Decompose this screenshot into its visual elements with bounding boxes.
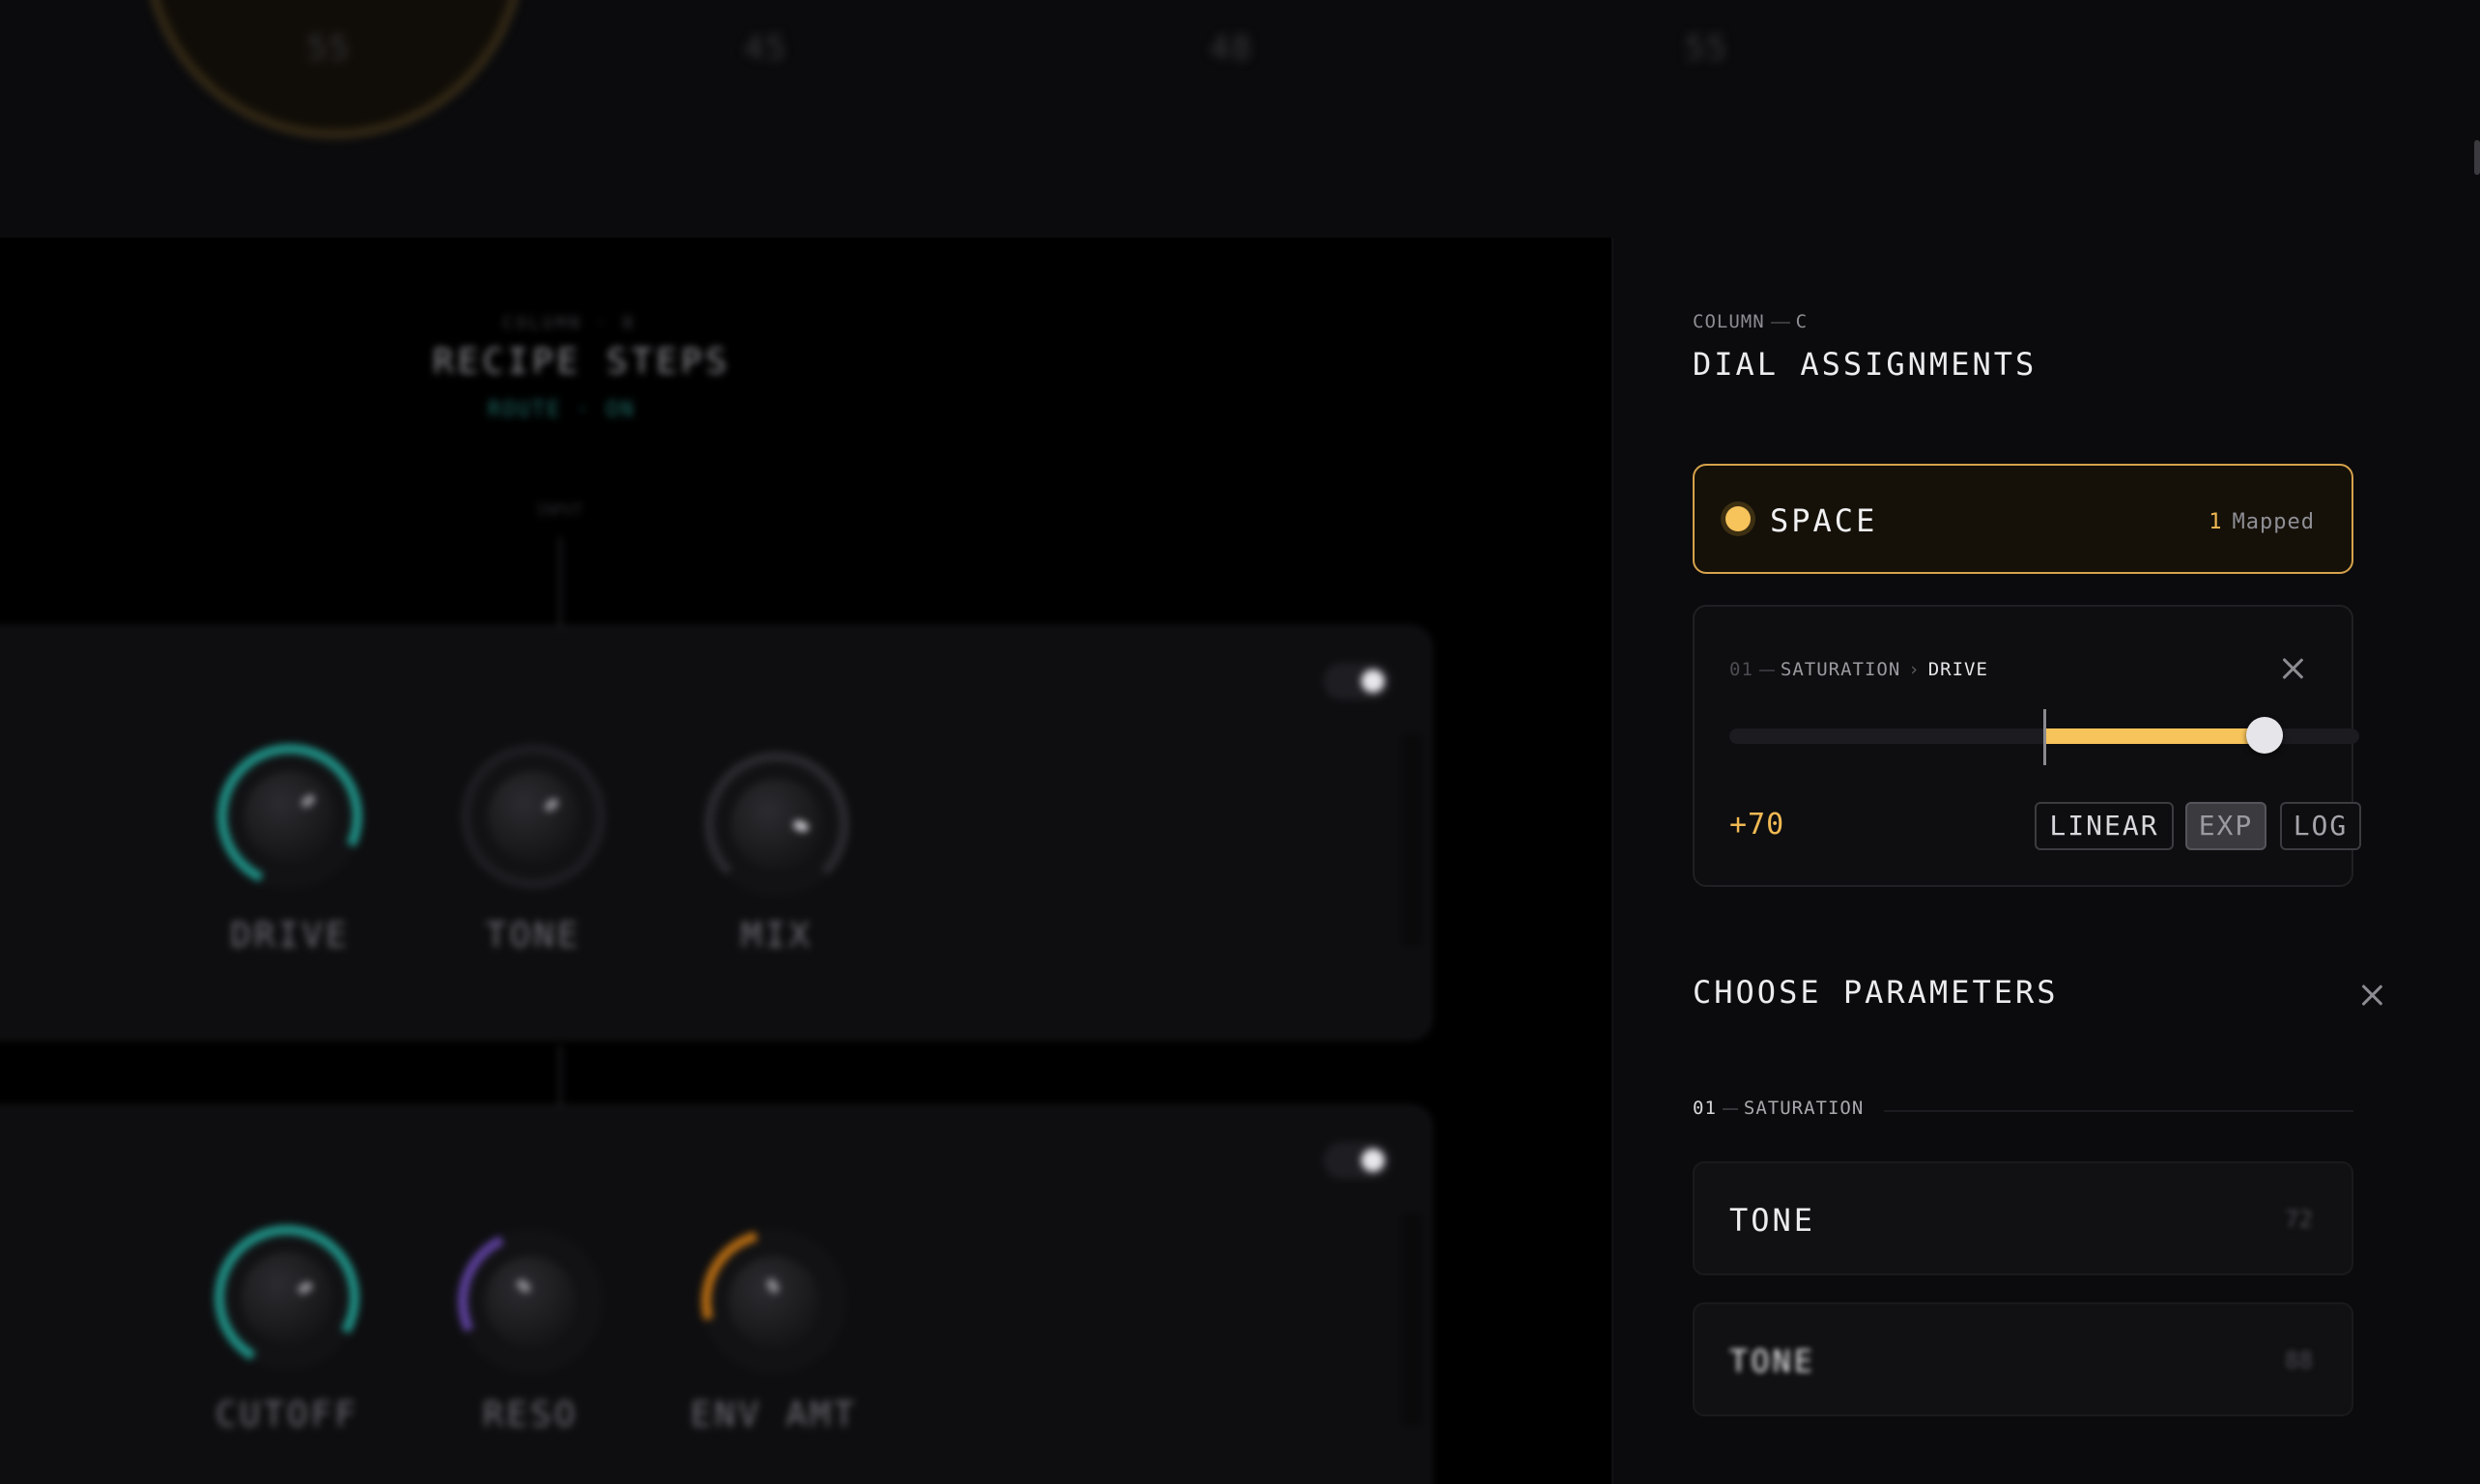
knob-label: TONE xyxy=(485,916,582,956)
mapped-count: 1 Mapped xyxy=(2209,510,2315,534)
amount-value: +70 xyxy=(1729,808,1785,842)
recipe-status: ROUTE · ON xyxy=(488,398,636,422)
knob-cap xyxy=(485,1256,576,1347)
group-divider xyxy=(1884,1110,2353,1112)
chain-connector xyxy=(558,537,562,626)
panel-title: DIAL ASSIGNMENTS xyxy=(1693,346,2038,383)
parameter-value: 72 xyxy=(2285,1206,2313,1233)
column-label: COLUMN C xyxy=(1693,311,1808,332)
amount-slider[interactable] xyxy=(1729,709,2359,765)
curve-linear-button[interactable]: LINEAR xyxy=(2035,802,2174,850)
tone-knob[interactable] xyxy=(461,744,606,889)
close-chooser-close-icon[interactable] xyxy=(2357,980,2386,1009)
knob-label: CUTOFF xyxy=(214,1395,359,1435)
dial-status-dot xyxy=(1725,506,1751,531)
parameter-row[interactable]: TONE 72 xyxy=(1693,1161,2353,1275)
dash-divider xyxy=(1770,321,1790,324)
mapping-breadcrumb: 01 SATURATION › DRIVE xyxy=(1729,659,1988,680)
knob-cap xyxy=(731,779,822,870)
recipe-title: RECIPE STEPS xyxy=(433,342,731,382)
knob-cap xyxy=(488,771,579,862)
panel-edge xyxy=(1401,1213,1424,1426)
top-value-2: 45 xyxy=(744,29,787,68)
filter-module: CUTOFF RESO ENV AMT xyxy=(0,1105,1432,1484)
group-name: SATURATION xyxy=(1743,1098,1865,1119)
chevron-right-icon: › xyxy=(1908,659,1921,680)
knob-label: MIX xyxy=(740,916,813,956)
parameter-row[interactable]: TONE 88 xyxy=(1693,1302,2353,1416)
panel-edge xyxy=(1401,734,1424,947)
curve-log-button[interactable]: LOG xyxy=(2280,802,2361,850)
mapping-card: 01 SATURATION › DRIVE +70 LINEAR EXP LOG xyxy=(1693,605,2361,887)
dash-divider xyxy=(1722,1107,1738,1110)
toggle-thumb xyxy=(1361,1149,1384,1172)
curve-exp-button[interactable]: EXP xyxy=(2185,802,2266,850)
input-label: INPUT xyxy=(536,500,584,519)
top-value-1: 55 xyxy=(307,29,351,68)
knob-cap xyxy=(242,1252,332,1343)
drive-knob[interactable] xyxy=(196,723,384,910)
slider-center-mark xyxy=(2043,709,2046,765)
mapping-index: 01 xyxy=(1729,659,1753,680)
choose-parameters-title: CHOOSE PARAMETERS xyxy=(1693,974,2059,1011)
toggle-thumb xyxy=(1361,670,1384,693)
module-toggle[interactable] xyxy=(1324,663,1391,699)
scroll-edge[interactable] xyxy=(2474,140,2480,175)
knob-label: ENV AMT xyxy=(690,1395,858,1435)
mapping-module: SATURATION xyxy=(1780,659,1901,680)
dash-divider xyxy=(1758,669,1775,671)
top-value-3: 48 xyxy=(1210,29,1253,68)
parameter-name: TONE xyxy=(1729,1202,1816,1239)
mapped-number: 1 xyxy=(2209,510,2223,534)
saturation-module: DRIVE TONE MIX xyxy=(0,626,1432,1040)
dial-assignments-panel: COLUMN C DIAL ASSIGNMENTS SPACE 1 Mapped 0… xyxy=(1613,238,2480,1484)
cutoff-knob[interactable] xyxy=(198,1209,376,1386)
env-amt-knob[interactable] xyxy=(674,1202,873,1401)
top-value-4: 55 xyxy=(1685,29,1728,68)
top-bar: 55 45 48 55 xyxy=(0,0,2480,238)
dial-card-space[interactable]: SPACE 1 Mapped xyxy=(1693,464,2353,574)
column-letter: C xyxy=(1795,311,1809,332)
reso-knob[interactable] xyxy=(437,1208,624,1395)
knob-label: RESO xyxy=(482,1395,579,1435)
mapping-parameter: DRIVE xyxy=(1927,659,1988,680)
dial-name: SPACE xyxy=(1770,502,1878,539)
recipe-column-label: COLUMN · B xyxy=(502,313,637,333)
remove-mapping-close-icon[interactable] xyxy=(2278,653,2307,682)
parameter-group-label: 01 SATURATION xyxy=(1693,1098,1864,1119)
master-dial-ring[interactable] xyxy=(145,0,524,137)
knob-cap xyxy=(244,771,335,862)
module-toggle[interactable] xyxy=(1324,1142,1391,1179)
column-label-text: COLUMN xyxy=(1693,311,1765,332)
recipe-column: COLUMN · B RECIPE STEPS ROUTE · ON INPUT… xyxy=(0,238,1611,1484)
knob-cap xyxy=(728,1256,819,1347)
slider-handle[interactable] xyxy=(2246,717,2283,754)
parameter-value: 88 xyxy=(2285,1347,2313,1374)
mapped-label: Mapped xyxy=(2232,510,2315,534)
parameter-name: TONE xyxy=(1729,1343,1816,1380)
knob-label: DRIVE xyxy=(230,916,350,956)
slider-fill xyxy=(2044,728,2265,744)
mix-knob[interactable] xyxy=(704,752,849,897)
group-index: 01 xyxy=(1693,1098,1717,1119)
